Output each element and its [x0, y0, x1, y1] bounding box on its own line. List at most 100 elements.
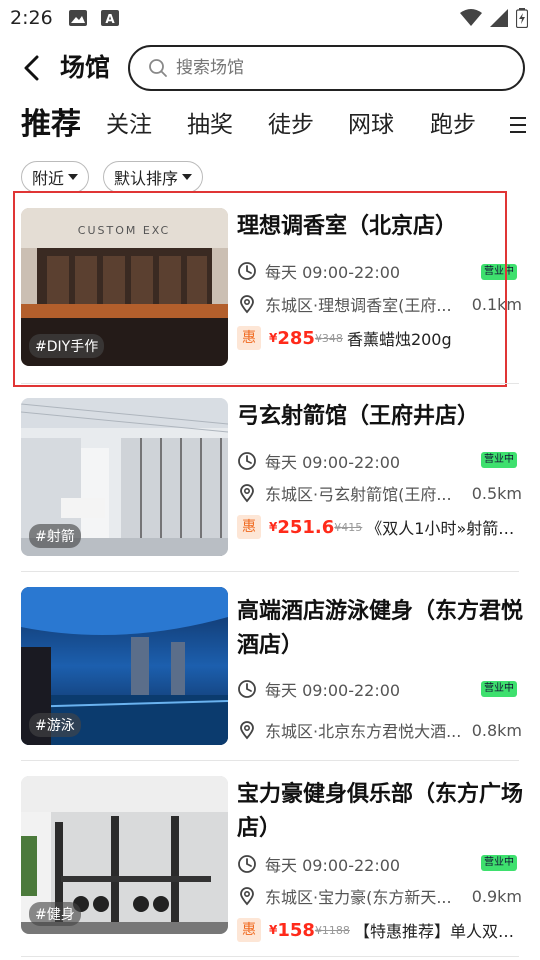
venue-address-row: 东城区·弓玄射箭馆(王府... 0.5km — [237, 480, 522, 506]
venue-address: 东城区·弓玄射箭馆(王府... — [265, 485, 452, 504]
venue-item[interactable]: #射箭 弓玄射箭馆（王府井店） 每天 09:00-22:00 营业中 东城区·弓… — [0, 398, 540, 563]
open-status-badge: 营业中 — [481, 681, 517, 697]
venue-image: #健身 — [21, 776, 228, 934]
deal-description: 香薰蜡烛200g — [346, 330, 452, 349]
venue-address-row: 东城区·宝力豪(东方新天... 0.9km — [237, 883, 522, 909]
clock-icon — [238, 680, 256, 698]
back-button[interactable] — [14, 50, 50, 86]
venue-image: CUSTOM EXC #DIY手作 — [21, 208, 228, 366]
deal-original-price: ¥415 — [334, 520, 363, 534]
deal-currency: ¥ — [269, 331, 278, 345]
venue-item[interactable]: #健身 宝力豪健身俱乐部（东方广场店） 每天 09:00-22:00 营业中 东… — [0, 776, 540, 946]
divider — [21, 571, 519, 572]
deal-description: 《双人1小时»射箭含教 — [366, 519, 522, 538]
venue-item[interactable]: CUSTOM EXC #DIY手作 理想调香室（北京店） 每天 09:00-22… — [0, 208, 540, 378]
location-pin-icon — [240, 484, 254, 503]
search-box[interactable] — [128, 45, 525, 91]
venue-distance: 0.1km — [471, 294, 522, 314]
venue-address: 东城区·北京东方君悦大酒... — [265, 722, 462, 741]
venue-hours: 每天 09:00-22:00 — [265, 453, 401, 472]
venue-tag: #DIY手作 — [29, 334, 105, 358]
deal-currency: ¥ — [269, 923, 278, 937]
divider — [21, 383, 519, 384]
venue-name: 宝力豪健身俱乐部（东方广场店） — [237, 782, 524, 841]
location-pin-icon — [240, 887, 254, 906]
status-time: 2:26 — [10, 7, 53, 29]
tab-hiking[interactable]: 徒步 — [268, 100, 314, 150]
venue-hours-row: 每天 09:00-22:00 — [237, 448, 522, 474]
venue-address-row: 东城区·北京东方君悦大酒... 0.8km — [237, 717, 522, 743]
clock-icon — [238, 855, 256, 873]
venue-tag: #游泳 — [29, 713, 81, 737]
venue-hours: 每天 09:00-22:00 — [265, 681, 401, 700]
venue-name: 理想调香室（北京店） — [237, 214, 458, 239]
clock-icon — [238, 262, 256, 280]
deal-badge: 惠 — [237, 326, 261, 350]
tab-running[interactable]: 跑步 — [430, 100, 476, 150]
search-icon — [149, 59, 167, 77]
venue-deal[interactable]: 惠 ¥ 285 ¥348 香薰蜡烛200g — [237, 324, 522, 352]
venue-tag: #健身 — [29, 902, 81, 926]
venue-address-row: 东城区·理想调香室(王府... 0.1km — [237, 291, 522, 317]
status-bar: 2:26 A — [0, 0, 540, 36]
location-pin-icon — [240, 721, 254, 740]
venue-hours: 每天 09:00-22:00 — [265, 856, 401, 875]
image-notification-icon — [68, 10, 87, 26]
venue-deal[interactable]: 惠 ¥ 158 ¥1188 【特惠推荐】单人双周1 — [237, 916, 522, 944]
svg-text:CUSTOM EXC: CUSTOM EXC — [78, 224, 170, 237]
battery-icon — [516, 8, 528, 28]
venue-image: #游泳 — [21, 587, 228, 745]
tab-lottery[interactable]: 抽奖 — [187, 100, 233, 150]
category-tabs: 推荐 关注 抽奖 徒步 网球 跑步 — [0, 100, 540, 150]
venue-distance: 0.5km — [471, 483, 522, 503]
open-status-badge: 营业中 — [481, 855, 517, 871]
font-notification-icon: A — [100, 10, 119, 26]
deal-original-price: ¥1188 — [314, 923, 350, 937]
tab-follow[interactable]: 关注 — [106, 100, 152, 150]
venue-image: #射箭 — [21, 398, 228, 556]
signal-icon — [490, 9, 508, 27]
page-title: 场馆 — [60, 53, 111, 82]
chevron-left-icon — [24, 55, 39, 81]
venue-address: 东城区·理想调香室(王府... — [265, 296, 452, 315]
menu-icon[interactable] — [508, 113, 528, 137]
filter-sort[interactable]: 默认排序 — [103, 161, 204, 193]
venue-address: 东城区·宝力豪(东方新天... — [265, 888, 452, 907]
deal-original-price: ¥348 — [314, 331, 343, 345]
clock-icon — [238, 452, 256, 470]
deal-price: 158 — [277, 919, 315, 941]
deal-badge: 惠 — [237, 515, 261, 539]
deal-currency: ¥ — [269, 520, 278, 534]
filter-bar: 附近 默认排序 — [0, 161, 540, 193]
search-input[interactable] — [176, 58, 516, 78]
filter-nearby-label: 附近 — [32, 169, 65, 188]
divider — [21, 956, 519, 957]
tab-tennis[interactable]: 网球 — [348, 100, 394, 150]
divider — [21, 760, 519, 761]
wifi-icon — [460, 9, 482, 26]
venue-hours-row: 每天 09:00-22:00 — [237, 676, 522, 702]
venue-item[interactable]: #游泳 高端酒店游泳健身（东方君悦酒店） 每天 09:00-22:00 营业中 … — [0, 587, 540, 757]
deal-price: 251.6 — [277, 516, 335, 538]
venue-deal[interactable]: 惠 ¥ 251.6 ¥415 《双人1小时»射箭含教 — [237, 513, 522, 541]
caret-down-icon — [182, 174, 193, 180]
filter-nearby[interactable]: 附近 — [21, 161, 90, 193]
venue-tag: #射箭 — [29, 524, 81, 548]
open-status-badge: 营业中 — [481, 452, 517, 468]
venue-hours-row: 每天 09:00-22:00 — [237, 851, 522, 877]
venue-distance: 0.9km — [471, 886, 522, 906]
deal-badge: 惠 — [237, 918, 261, 942]
venue-hours: 每天 09:00-22:00 — [265, 263, 401, 282]
tab-recommend[interactable]: 推荐 — [21, 100, 81, 150]
location-pin-icon — [240, 295, 254, 314]
deal-price: 285 — [277, 327, 315, 349]
deal-description: 【特惠推荐】单人双周1 — [353, 922, 522, 941]
venue-distance: 0.8km — [471, 720, 522, 740]
svg-text:A: A — [105, 12, 115, 26]
filter-sort-label: 默认排序 — [114, 169, 179, 188]
venue-name: 弓玄射箭馆（王府井店） — [237, 404, 480, 429]
caret-down-icon — [68, 174, 79, 180]
open-status-badge: 营业中 — [481, 264, 517, 280]
venue-name: 高端酒店游泳健身（东方君悦酒店） — [237, 599, 524, 658]
venue-hours-row: 每天 09:00-22:00 — [237, 258, 522, 284]
